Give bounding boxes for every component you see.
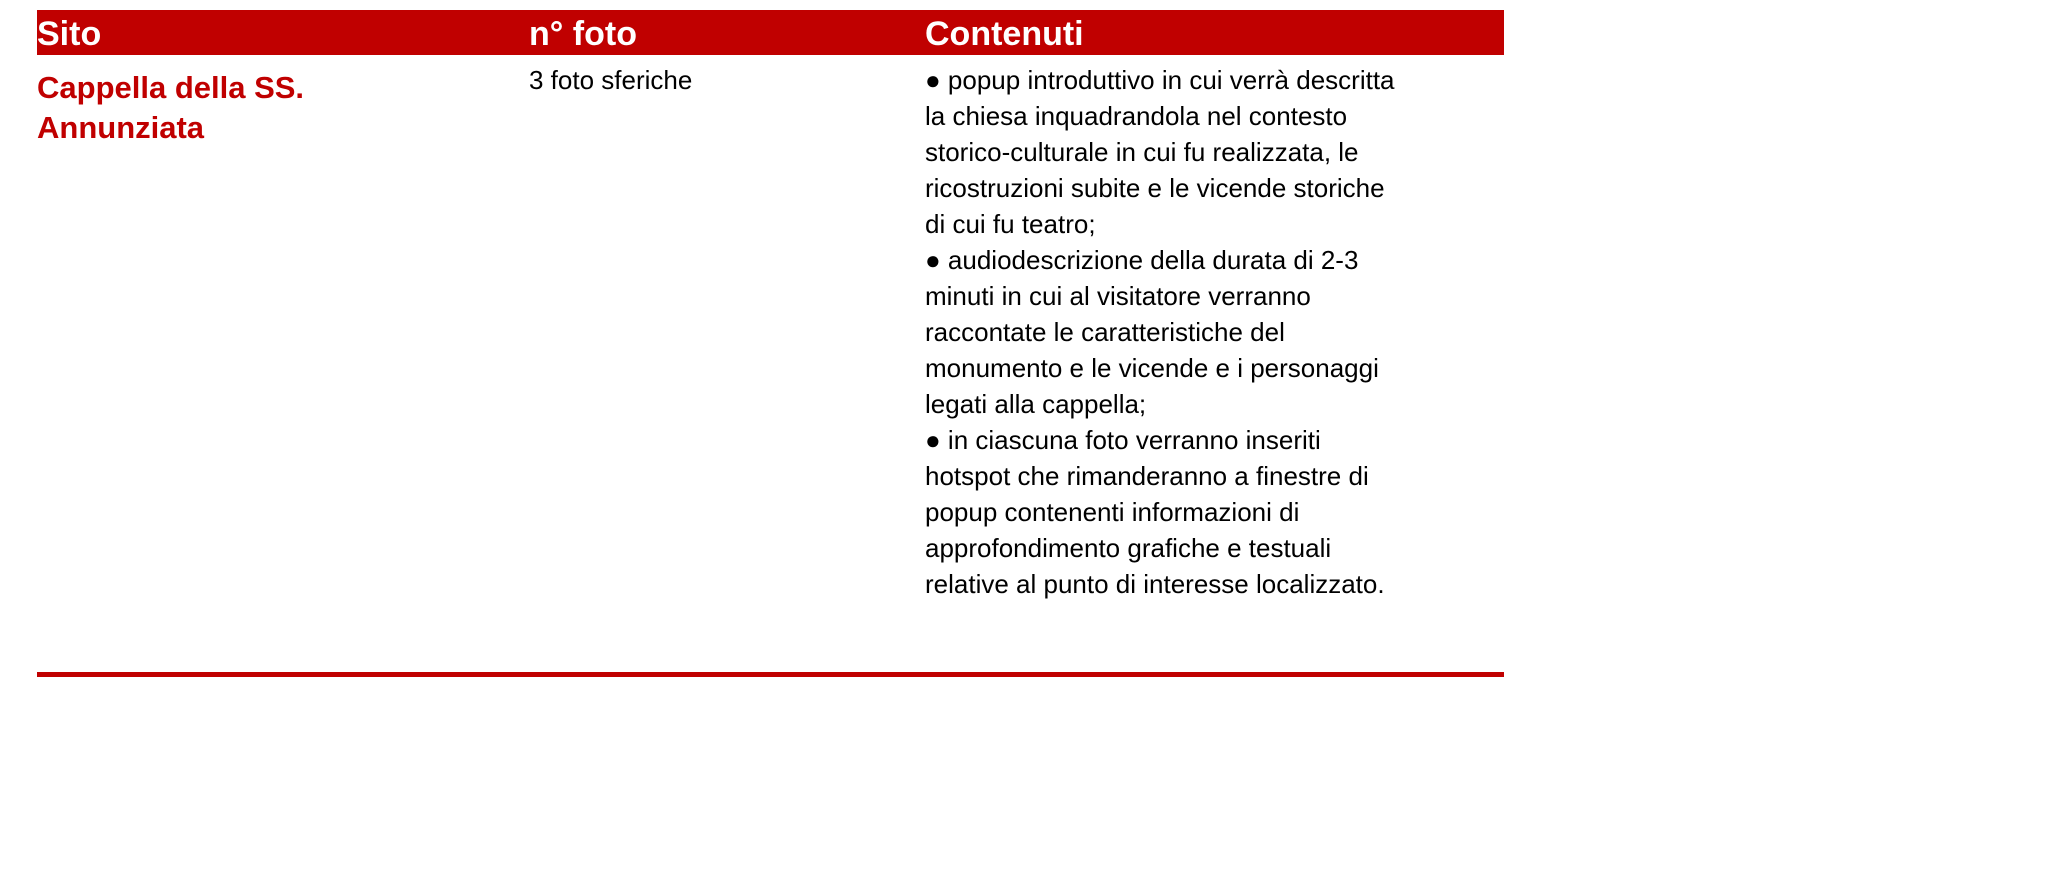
table-header-bar — [37, 10, 1504, 55]
table-bottom-rule — [37, 672, 1504, 677]
header-site: Sito — [37, 15, 102, 53]
header-photo-count: n° foto — [529, 15, 637, 53]
content-bullet-audio-description: ● audiodescrizione della durata di 2-3 m… — [925, 245, 1379, 419]
content-bullet-intro-popup: ● popup introduttivo in cui verrà descri… — [925, 65, 1395, 239]
site-name-line-2: Annunziata — [37, 110, 205, 145]
contents-cell: ● popup introduttivo in cui verrà descri… — [925, 62, 1510, 602]
site-name-cell: Cappella della SS. Annunziata — [37, 68, 477, 148]
content-bullet-hotspots: ● in ciascuna foto verranno inseriti hot… — [925, 425, 1385, 599]
site-name-line-1: Cappella della SS. — [37, 70, 305, 105]
header-contents: Contenuti — [925, 15, 1084, 53]
photo-count-cell: 3 foto sferiche — [529, 65, 693, 95]
